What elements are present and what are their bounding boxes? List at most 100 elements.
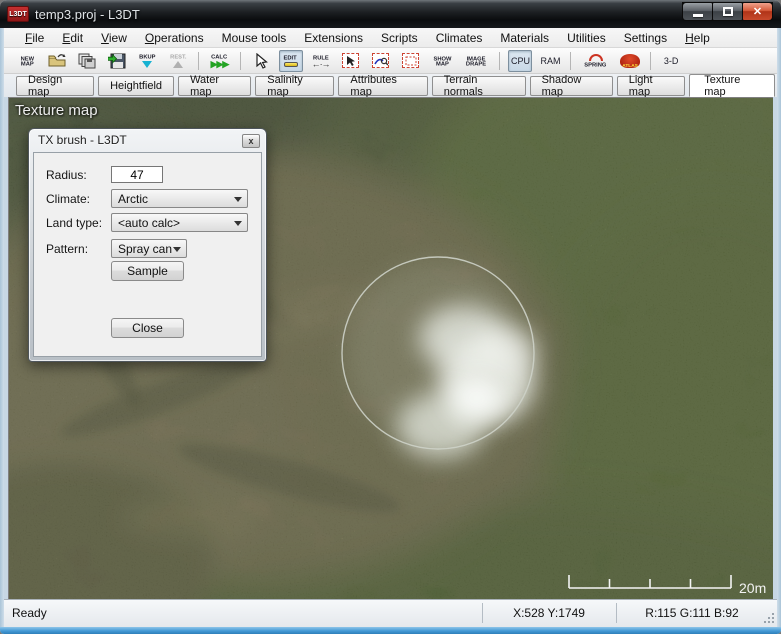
menu-utilities[interactable]: Utilities xyxy=(558,29,615,47)
backup-arrow-icon xyxy=(142,61,152,68)
tab-texture-map[interactable]: Texture map xyxy=(689,74,775,97)
calc-button[interactable]: CALC▶▶▶ xyxy=(207,50,231,72)
open-project-button[interactable] xyxy=(45,50,69,72)
pattern-value: Spray can xyxy=(118,242,172,256)
backup-button[interactable]: BKUP xyxy=(135,50,160,72)
tab-light-map[interactable]: Light map xyxy=(617,76,686,96)
new-map-icon: NEW MAP xyxy=(20,55,33,65)
close-button[interactable]: ✕ xyxy=(743,3,772,20)
select-zoom-tool-button[interactable] xyxy=(369,50,393,72)
app-window: L3DT temp3.proj - L3DT ✕ File Edit View … xyxy=(0,0,781,634)
save-map-button[interactable] xyxy=(105,50,129,72)
toolbar: NEW MAP BKUP REST. CALC▶▶▶ EDIT RULE←·→ … xyxy=(4,48,777,74)
image-drape-icon: IMAGE DRAPE xyxy=(466,55,486,65)
radius-input[interactable] xyxy=(111,166,163,183)
pointer-tool-button[interactable] xyxy=(249,50,273,72)
cursor-coordinates: X:528 Y:1749 xyxy=(484,606,614,620)
edit-pencil-icon xyxy=(284,62,298,67)
climate-select[interactable]: Arctic xyxy=(111,189,248,208)
spring-button[interactable]: SPRING xyxy=(579,50,612,72)
minimize-button[interactable] xyxy=(683,3,712,20)
tab-attributes-map[interactable]: Attributes map xyxy=(338,76,427,96)
atlas-icon: ATLAS xyxy=(620,54,640,68)
menu-help[interactable]: Help xyxy=(676,29,719,47)
image-drape-button[interactable]: IMAGE DRAPE xyxy=(461,50,491,72)
tab-design-map[interactable]: Design map xyxy=(16,76,94,96)
toolbar-separator xyxy=(240,52,241,70)
window-title: temp3.proj - L3DT xyxy=(35,7,140,22)
dialog-close-action-button[interactable]: Close xyxy=(111,318,184,338)
window-frame-left xyxy=(0,28,4,627)
chevron-down-icon xyxy=(234,221,242,226)
menu-settings[interactable]: Settings xyxy=(615,29,676,47)
tab-water-map[interactable]: Water map xyxy=(178,76,251,96)
tab-terrain-normals[interactable]: Terrain normals xyxy=(432,76,526,96)
copy-maps-button[interactable] xyxy=(75,50,99,72)
show-map-icon: SHOW MAP xyxy=(433,55,451,65)
spring-arc-icon xyxy=(589,54,603,61)
backup-icon: BKUP xyxy=(139,54,155,59)
pattern-select[interactable]: Spray can xyxy=(111,239,187,258)
status-bar: Ready X:528 Y:1749 R:115 G:111 B:92 xyxy=(4,599,777,627)
chevron-down-icon xyxy=(234,197,242,202)
dialog-close-button[interactable]: x xyxy=(242,134,260,148)
atlas-label: ATLAS xyxy=(622,62,638,67)
select-region-icon xyxy=(402,53,419,68)
menu-mouse-tools[interactable]: Mouse tools xyxy=(213,29,296,47)
select-move-icon xyxy=(342,53,359,68)
edit-tool-button[interactable]: EDIT xyxy=(279,50,303,72)
tab-shadow-map[interactable]: Shadow map xyxy=(530,76,613,96)
app-logo-icon: L3DT xyxy=(7,6,29,22)
view-3d-button[interactable]: 3-D xyxy=(659,50,683,72)
landtype-select[interactable]: <auto calc> xyxy=(111,213,248,232)
atlas-button[interactable]: ATLAS xyxy=(618,50,642,72)
status-separator xyxy=(482,603,483,623)
menu-view[interactable]: View xyxy=(92,29,136,47)
ruler-tool-button[interactable]: RULE←·→ xyxy=(309,50,333,72)
menu-extensions[interactable]: Extensions xyxy=(295,29,372,47)
cursor-arrow-icon xyxy=(254,53,268,69)
climate-label: Climate: xyxy=(46,192,90,206)
status-message: Ready xyxy=(12,606,47,620)
ram-mode-button[interactable]: RAM xyxy=(538,50,562,72)
resize-grip[interactable] xyxy=(761,610,775,624)
climate-value: Arctic xyxy=(118,192,148,206)
menu-operations[interactable]: Operations xyxy=(136,29,213,47)
copy-stack-icon xyxy=(78,53,96,69)
3d-label: 3-D xyxy=(664,56,679,66)
menu-edit[interactable]: Edit xyxy=(53,29,92,47)
open-folder-icon xyxy=(48,53,67,68)
status-separator xyxy=(616,603,617,623)
restore-button[interactable]: REST. xyxy=(166,50,191,72)
window-frame-right xyxy=(777,28,781,627)
select-region-tool-button[interactable] xyxy=(399,50,423,72)
select-move-tool-button[interactable] xyxy=(339,50,363,72)
tx-brush-dialog[interactable]: TX brush - L3DT x Radius: Climate: Arcti… xyxy=(28,128,267,362)
dialog-title: TX brush - L3DT xyxy=(38,133,127,147)
menu-scripts[interactable]: Scripts xyxy=(372,29,427,47)
ram-label: RAM xyxy=(540,56,560,66)
landtype-label: Land type: xyxy=(46,216,102,230)
show-map-button[interactable]: SHOW MAP xyxy=(429,50,456,72)
maximize-button[interactable] xyxy=(713,3,742,20)
maximize-icon xyxy=(723,7,733,16)
calc-arrows-icon: ▶▶▶ xyxy=(211,60,229,68)
menu-climates[interactable]: Climates xyxy=(427,29,492,47)
minimize-icon xyxy=(693,14,703,17)
restore-icon: REST. xyxy=(170,54,186,59)
tab-heightfield[interactable]: Heightfield xyxy=(98,76,174,96)
menu-file[interactable]: File xyxy=(16,29,53,47)
dialog-body: Radius: Climate: Arctic Land type: <auto… xyxy=(33,152,262,357)
title-bar[interactable]: L3DT temp3.proj - L3DT ✕ xyxy=(0,0,781,28)
sample-button[interactable]: Sample xyxy=(111,261,184,281)
tab-salinity-map[interactable]: Salinity map xyxy=(255,76,334,96)
landtype-value: <auto calc> xyxy=(118,216,180,230)
menu-materials[interactable]: Materials xyxy=(491,29,558,47)
toolbar-separator xyxy=(499,52,500,70)
new-map-button[interactable]: NEW MAP xyxy=(15,50,39,72)
spring-label: SPRING xyxy=(585,61,607,66)
edit-icon: EDIT xyxy=(284,55,297,60)
ruler-line-icon: ←·→ xyxy=(312,61,330,68)
cpu-mode-button[interactable]: CPU xyxy=(508,50,532,72)
scale-label: 20m xyxy=(739,580,766,596)
